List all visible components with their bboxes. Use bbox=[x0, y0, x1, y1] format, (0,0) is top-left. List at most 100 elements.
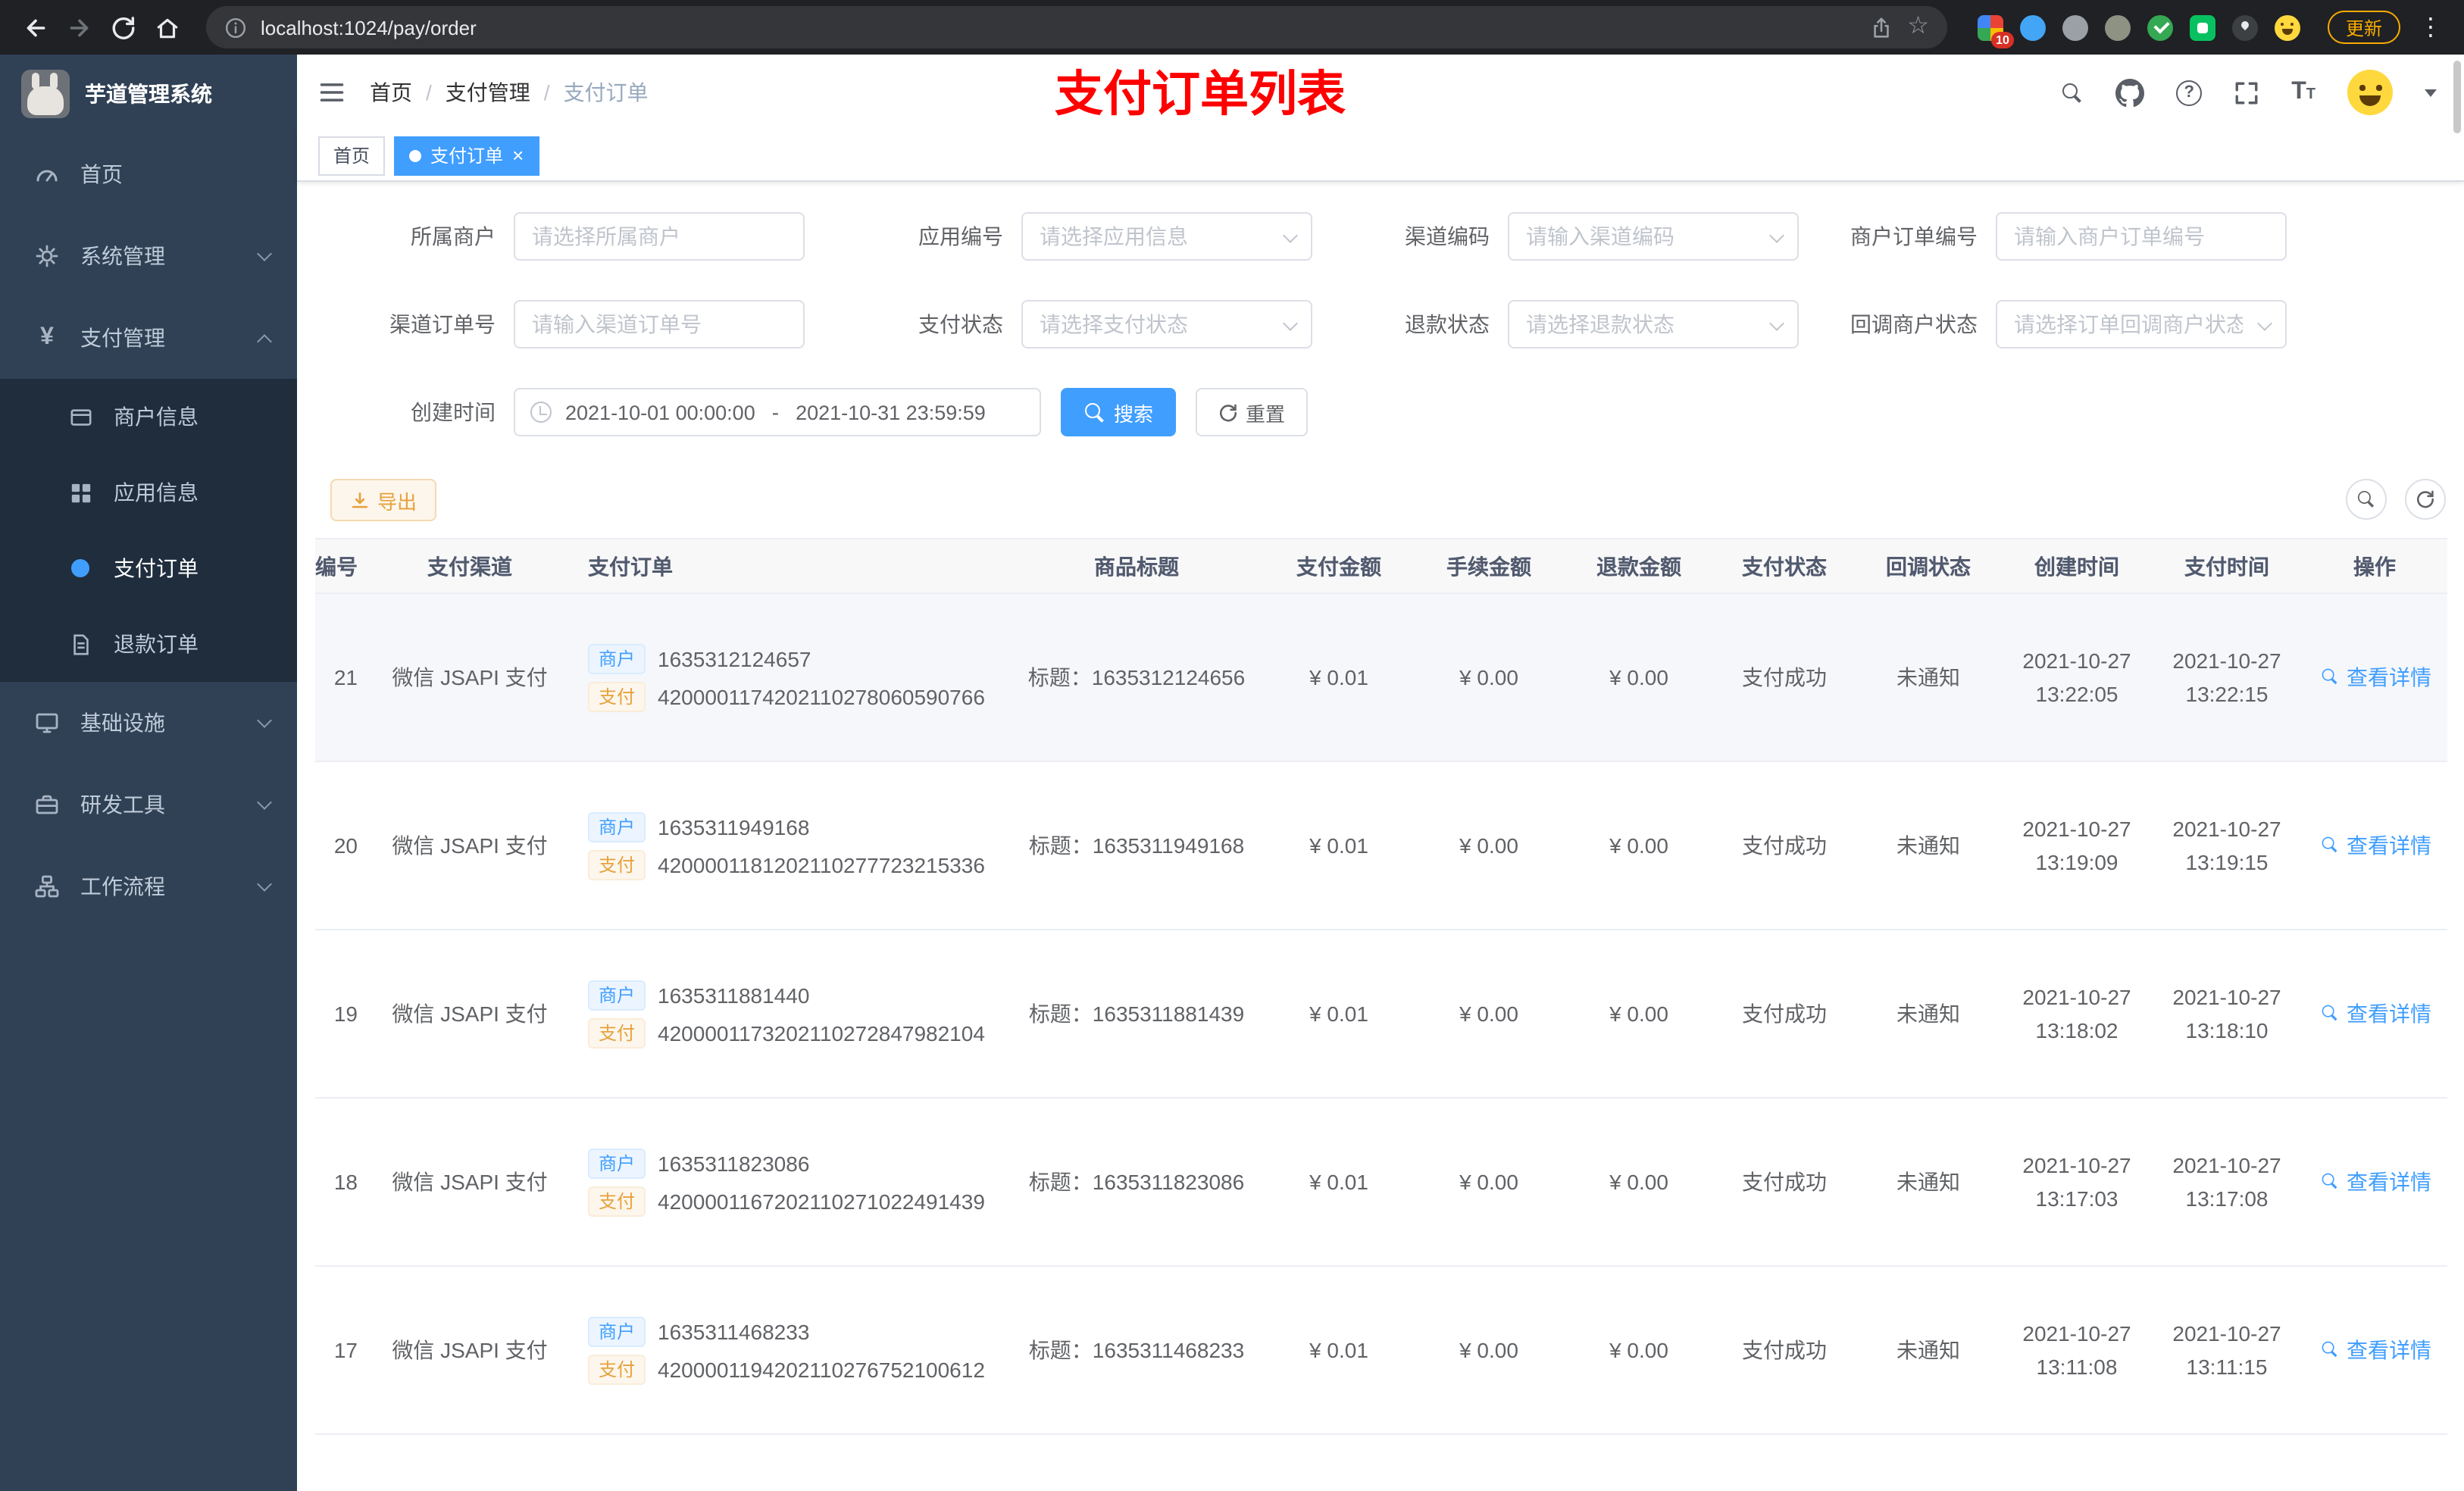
channel-order-no-field[interactable] bbox=[514, 300, 805, 349]
share-icon[interactable] bbox=[1869, 16, 1892, 39]
extension-icon-grey-1[interactable] bbox=[2062, 14, 2088, 40]
view-detail-link[interactable]: 查看详情 bbox=[2318, 1335, 2431, 1365]
sidebar-item-label: 应用信息 bbox=[114, 480, 199, 505]
url-text[interactable]: localhost:1024/pay/order bbox=[261, 16, 1856, 39]
pay-tag: 支付 bbox=[588, 1354, 646, 1384]
url-bar[interactable]: localhost:1024/pay/order ☆ bbox=[206, 6, 1947, 48]
sidebar-item-merchant-info[interactable]: 商户信息 bbox=[0, 379, 297, 455]
channel-pay-no: 4200001173202110272847982104 bbox=[658, 1021, 985, 1045]
table-row[interactable]: 17 微信 JSAPI 支付 商户 1635311468233 支付 42000… bbox=[315, 1266, 2447, 1435]
forward-button[interactable] bbox=[59, 7, 100, 48]
breadcrumb-home[interactable]: 首页 bbox=[370, 77, 412, 108]
filter-item-merchant-order-no: 商户订单编号 bbox=[1781, 212, 2287, 261]
table-row[interactable]: 18 微信 JSAPI 支付 商户 1635311823086 支付 42000… bbox=[315, 1098, 2447, 1267]
pay-status-select[interactable] bbox=[1021, 300, 1312, 349]
browser-update-button[interactable]: 更新 bbox=[2327, 11, 2400, 44]
chevron-down-icon bbox=[257, 246, 272, 261]
merchant-input[interactable] bbox=[514, 212, 805, 261]
filter-label: 退款状态 bbox=[1405, 312, 1490, 336]
sidebar-item-home[interactable]: 首页 bbox=[0, 133, 297, 215]
view-detail-link[interactable]: 查看详情 bbox=[2318, 1167, 2431, 1197]
table-row[interactable]: 20 微信 JSAPI 支付 商户 1635311949168 支付 42000… bbox=[315, 761, 2447, 930]
refund-status-select[interactable] bbox=[1508, 300, 1799, 349]
fee-amount: ¥ 0.00 bbox=[1414, 930, 1564, 1099]
sidebar-item-system[interactable]: 系统管理 bbox=[0, 215, 297, 297]
merchant-order-no-field[interactable] bbox=[1996, 212, 2287, 261]
toggle-search-button[interactable] bbox=[2346, 479, 2387, 520]
col-header-status: 支付状态 bbox=[1714, 538, 1855, 594]
reload-button[interactable] bbox=[103, 7, 144, 48]
app-logo[interactable]: 芋道管理系统 bbox=[0, 55, 297, 133]
hamburger-icon[interactable] bbox=[318, 79, 346, 106]
search-button[interactable]: 搜索 bbox=[1061, 388, 1177, 436]
profile-avatar-icon[interactable] bbox=[2274, 14, 2300, 40]
extension-icon-pin[interactable] bbox=[2231, 14, 2258, 40]
tab-pay-order[interactable]: 支付订单 × bbox=[394, 136, 539, 175]
app-select-input[interactable] bbox=[1021, 212, 1312, 261]
table-row-partial[interactable]: 商户 1635311251786 bbox=[315, 1434, 2447, 1491]
sidebar-item-label: 基础设施 bbox=[80, 711, 165, 735]
extension-icon-green-square[interactable] bbox=[2189, 14, 2215, 40]
home-button[interactable] bbox=[147, 7, 188, 48]
export-button[interactable]: 导出 bbox=[330, 479, 437, 521]
date-range-picker[interactable]: 2021-10-01 00:00:00 - 2021-10-31 23:59:5… bbox=[514, 388, 1041, 436]
font-size-icon[interactable]: TT bbox=[2291, 79, 2315, 106]
user-avatar[interactable] bbox=[2347, 70, 2393, 115]
pay-status-input[interactable] bbox=[1021, 300, 1312, 349]
help-icon[interactable] bbox=[2176, 80, 2203, 105]
sidebar-item-app-info[interactable]: 应用信息 bbox=[0, 455, 297, 530]
fullscreen-icon[interactable] bbox=[2234, 80, 2259, 105]
sidebar-item-infrastructure[interactable]: 基础设施 bbox=[0, 682, 297, 764]
bookmark-star-icon[interactable]: ☆ bbox=[1907, 14, 1929, 39]
tab-close-icon[interactable]: × bbox=[512, 145, 524, 164]
notify-status: 未通知 bbox=[1855, 1098, 2002, 1267]
toolbox-icon bbox=[33, 792, 61, 817]
notify-status-input[interactable] bbox=[1996, 300, 2287, 349]
sidebar-item-workflow[interactable]: 工作流程 bbox=[0, 846, 297, 927]
app-select[interactable] bbox=[1021, 212, 1312, 261]
refund-status-input[interactable] bbox=[1508, 300, 1799, 349]
table-row[interactable]: 21 微信 JSAPI 支付 商户 1635312124657 支付 42000… bbox=[315, 593, 2447, 762]
sidebar-item-pay-order[interactable]: 支付订单 bbox=[0, 530, 297, 606]
table-row[interactable]: 19 微信 JSAPI 支付 商户 1635311881440 支付 42000… bbox=[315, 930, 2447, 1099]
merchant-order-no-input[interactable] bbox=[1996, 212, 2287, 261]
channel-code-input[interactable] bbox=[1508, 212, 1799, 261]
extension-icon-blocker[interactable]: 10 bbox=[1977, 14, 2014, 48]
merchant-select[interactable] bbox=[514, 212, 805, 261]
fee-amount: ¥ 0.00 bbox=[1414, 593, 1564, 762]
back-button[interactable] bbox=[15, 7, 56, 48]
view-detail-label: 查看详情 bbox=[2347, 664, 2431, 689]
search-icon[interactable] bbox=[2061, 81, 2084, 104]
reset-button[interactable]: 重置 bbox=[1196, 388, 1309, 436]
notify-status: 未通知 bbox=[1855, 761, 2002, 930]
sidebar-item-payment[interactable]: ¥ 支付管理 bbox=[0, 297, 297, 379]
app-title: 芋道管理系统 bbox=[85, 82, 212, 106]
pay-status: 支付成功 bbox=[1714, 1266, 1855, 1435]
notify-status: 未通知 bbox=[1855, 930, 2002, 1099]
order-id: 19 bbox=[315, 930, 373, 1099]
user-menu-caret-icon[interactable] bbox=[2425, 89, 2437, 96]
channel-code-select[interactable] bbox=[1508, 212, 1799, 261]
breadcrumb-pay-mgmt[interactable]: 支付管理 bbox=[446, 77, 530, 108]
create-time: 2021-10-27 13:11:08 bbox=[2002, 1266, 2152, 1435]
notify-status-select[interactable] bbox=[1996, 300, 2287, 349]
search-icon bbox=[2320, 668, 2338, 686]
merchant-tag: 商户 bbox=[588, 1316, 646, 1346]
extension-icon-grey-2[interactable] bbox=[2104, 14, 2131, 40]
view-detail-link[interactable]: 查看详情 bbox=[2318, 999, 2431, 1029]
sidebar-item-refund-order[interactable]: 退款订单 bbox=[0, 606, 297, 682]
gear-icon bbox=[33, 244, 61, 268]
merchant-tag: 商户 bbox=[588, 980, 646, 1010]
extension-icon-drop[interactable] bbox=[2019, 14, 2046, 40]
github-icon[interactable] bbox=[2115, 78, 2145, 107]
extension-icon-green-check[interactable] bbox=[2147, 14, 2173, 40]
scrollbar[interactable] bbox=[2453, 61, 2461, 133]
browser-menu-icon[interactable]: ⋮ bbox=[2412, 12, 2449, 42]
channel-order-no-input[interactable] bbox=[514, 300, 805, 349]
view-detail-link[interactable]: 查看详情 bbox=[2318, 830, 2431, 861]
sidebar-item-devtools[interactable]: 研发工具 bbox=[0, 764, 297, 846]
tab-home[interactable]: 首页 bbox=[318, 136, 386, 175]
view-detail-link[interactable]: 查看详情 bbox=[2318, 662, 2431, 692]
site-info-icon[interactable] bbox=[224, 16, 247, 39]
refresh-table-button[interactable] bbox=[2405, 479, 2446, 520]
